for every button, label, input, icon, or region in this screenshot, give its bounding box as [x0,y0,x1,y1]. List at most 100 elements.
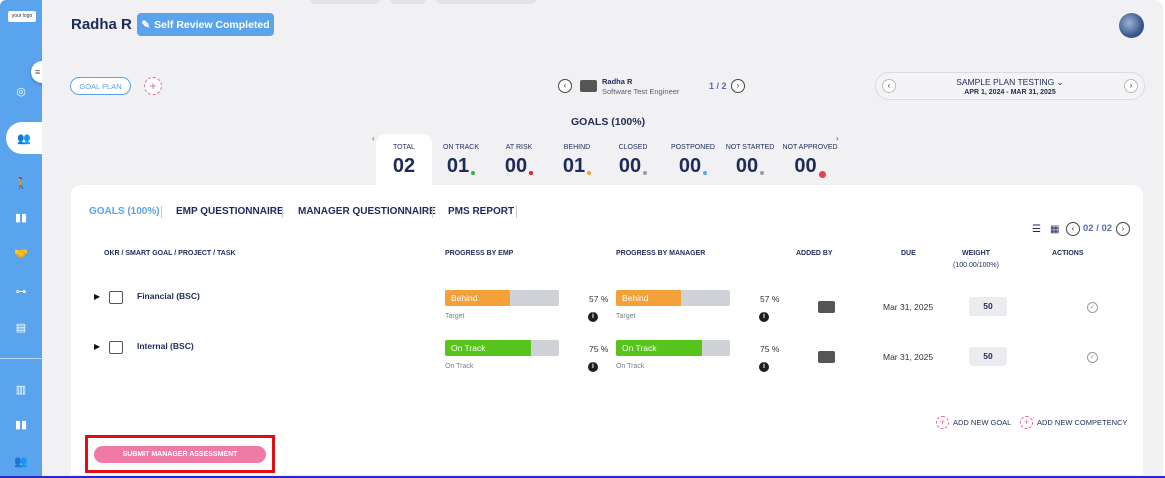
tab-manager-questionnaire[interactable]: MANAGER QUESTIONNAIRE [298,206,436,217]
stat-label: CLOSED [618,144,648,151]
stat-label: AT RISK [505,144,533,151]
employee-pager: 1 / 2 [709,81,727,91]
stat-value-wrap: 02 [376,155,432,178]
goal-title[interactable]: Internal (BSC) [137,341,194,351]
chevron-down-icon: ⌄ [1056,77,1064,87]
status-dot-icon [818,171,826,178]
list-view-icon[interactable]: ☰ [1032,224,1041,235]
tab-pms-report[interactable]: PMS REPORT [448,206,514,217]
info-icon[interactable]: i [588,362,598,372]
add-new-competency-label: ADD NEW COMPETENCY [1037,418,1128,427]
stat-label: POSTPONED [671,144,715,151]
grid-view-icon[interactable]: ▦ [1050,224,1059,235]
stat-behind[interactable]: BEHIND 01 [552,144,602,178]
stat-value-wrap: 00 [606,155,660,178]
handshake-icon[interactable]: 🤝 [0,242,42,264]
info-icon[interactable]: i [759,312,769,322]
book-icon[interactable]: ▮▮ [0,206,42,228]
stat-value: 00 [735,155,759,177]
add-new-competency-button[interactable]: + ADD NEW COMPETENCY [1020,416,1127,429]
stat-not-started[interactable]: NOT STARTED 00 [722,144,778,178]
check-circle-icon[interactable]: ✓ [1087,302,1098,313]
progress-percent: 75 % [589,344,609,354]
info-icon[interactable]: i [759,362,769,372]
stat-value: 00 [678,155,702,177]
org-chart-icon[interactable]: ⊶ [0,280,42,302]
stat-value-wrap: 00 [722,155,778,178]
weight-value[interactable]: 50 [969,297,1007,316]
info-icon[interactable]: i [588,312,598,322]
progress-fill: Behind [445,290,510,306]
expand-row-icon[interactable]: ▶ [94,342,100,351]
tab-separator [432,206,433,218]
column-header-added-by: ADDED BY [796,250,833,257]
tab-separator [282,206,283,218]
add-new-goal-button[interactable]: + ADD NEW GOAL [936,416,1011,429]
add-new-goal-label: ADD NEW GOAL [953,418,1012,427]
next-employee-icon[interactable]: › [731,79,745,93]
plan-selector[interactable]: ‹ SAMPLE PLAN TESTING ⌄ APR 1, 2024 - MA… [875,72,1145,100]
next-page-icon[interactable]: › [1116,222,1130,236]
person-icon[interactable]: 🚶 [0,172,42,194]
library-icon[interactable]: ▮▮ [0,413,42,435]
goals-pager: 02 / 02 [1083,223,1113,234]
stat-value: 00 [504,155,528,177]
scroll-right-icon[interactable]: › [836,134,839,143]
scroll-left-icon[interactable]: ‹ [372,134,375,143]
progress-fill: Behind [616,290,681,306]
next-plan-icon[interactable]: › [1124,79,1138,93]
chart-icon[interactable]: ▥ [0,378,42,400]
stat-value-wrap: 01 [552,155,602,178]
company-logo: your logo [8,11,36,22]
stat-closed[interactable]: CLOSED 00 [606,144,660,178]
progress-bar-manager[interactable]: On Track [616,340,730,356]
stat-label: NOT APPROVED [782,144,838,151]
expand-row-icon[interactable]: ▶ [94,292,100,301]
stat-total[interactable]: TOTAL 02 [376,144,432,178]
avatar[interactable] [1119,13,1144,38]
progress-percent: 75 % [760,344,780,354]
progress-fill: On Track [445,340,531,356]
progress-bar-emp[interactable]: On Track [445,340,559,356]
stat-not-approved[interactable]: NOT APPROVED 00 [782,144,838,178]
top-notch [436,0,536,4]
report-icon[interactable]: ▤ [0,316,42,338]
column-header-weight: WEIGHT [962,250,990,257]
stat-label: ON TRACK [442,144,480,151]
prev-employee-icon[interactable]: ‹ [558,79,572,93]
stat-on-track[interactable]: ON TRACK 01 [434,144,488,178]
status-dot-icon [703,171,708,175]
stat-value: 00 [794,155,817,177]
plus-icon: + [1020,416,1033,429]
status-badge[interactable]: ✎ Self Review Completed [137,13,274,36]
target-icon[interactable]: ◎ [0,80,42,102]
stat-label: TOTAL [393,144,415,151]
goal-title[interactable]: Financial (BSC) [137,291,200,301]
weight-value[interactable]: 50 [969,347,1007,366]
sidebar-divider [0,358,42,359]
progress-bar-manager[interactable]: Behind [616,290,730,306]
users-icon[interactable]: 👥 [0,450,42,472]
progress-subtext: Target [616,313,636,320]
top-notch [310,0,380,4]
submit-manager-assessment-button[interactable]: SUBMIT MANAGER ASSESSMENT [94,446,266,463]
tab-goals[interactable]: GOALS (100%) [89,206,160,217]
stat-value: 01 [562,155,586,177]
progress-bar-emp[interactable]: Behind [445,290,559,306]
team-icon[interactable]: 👥 [6,122,42,154]
employee-name: Radha R [602,77,633,86]
stat-value: 01 [446,155,470,177]
prev-page-icon[interactable]: ‹ [1066,222,1080,236]
status-dot-icon [587,171,592,175]
plan-dates: APR 1, 2024 - MAR 31, 2025 [964,89,1056,96]
stat-at-risk[interactable]: AT RISK 00 [492,144,546,178]
check-circle-icon[interactable]: ✓ [1087,352,1098,363]
stat-label: NOT STARTED [725,144,775,151]
tab-emp-questionnaire[interactable]: EMP QUESTIONNAIRE [176,206,284,217]
page-title: Radha R [71,16,132,33]
goal-plan-button[interactable]: GOAL PLAN [70,77,131,95]
stat-value: 00 [618,155,642,177]
column-header-progress-manager: PROGRESS BY MANAGER [616,250,706,257]
add-plan-icon[interactable]: + [144,77,162,95]
stat-postponed[interactable]: POSTPONED 00 [662,144,724,178]
